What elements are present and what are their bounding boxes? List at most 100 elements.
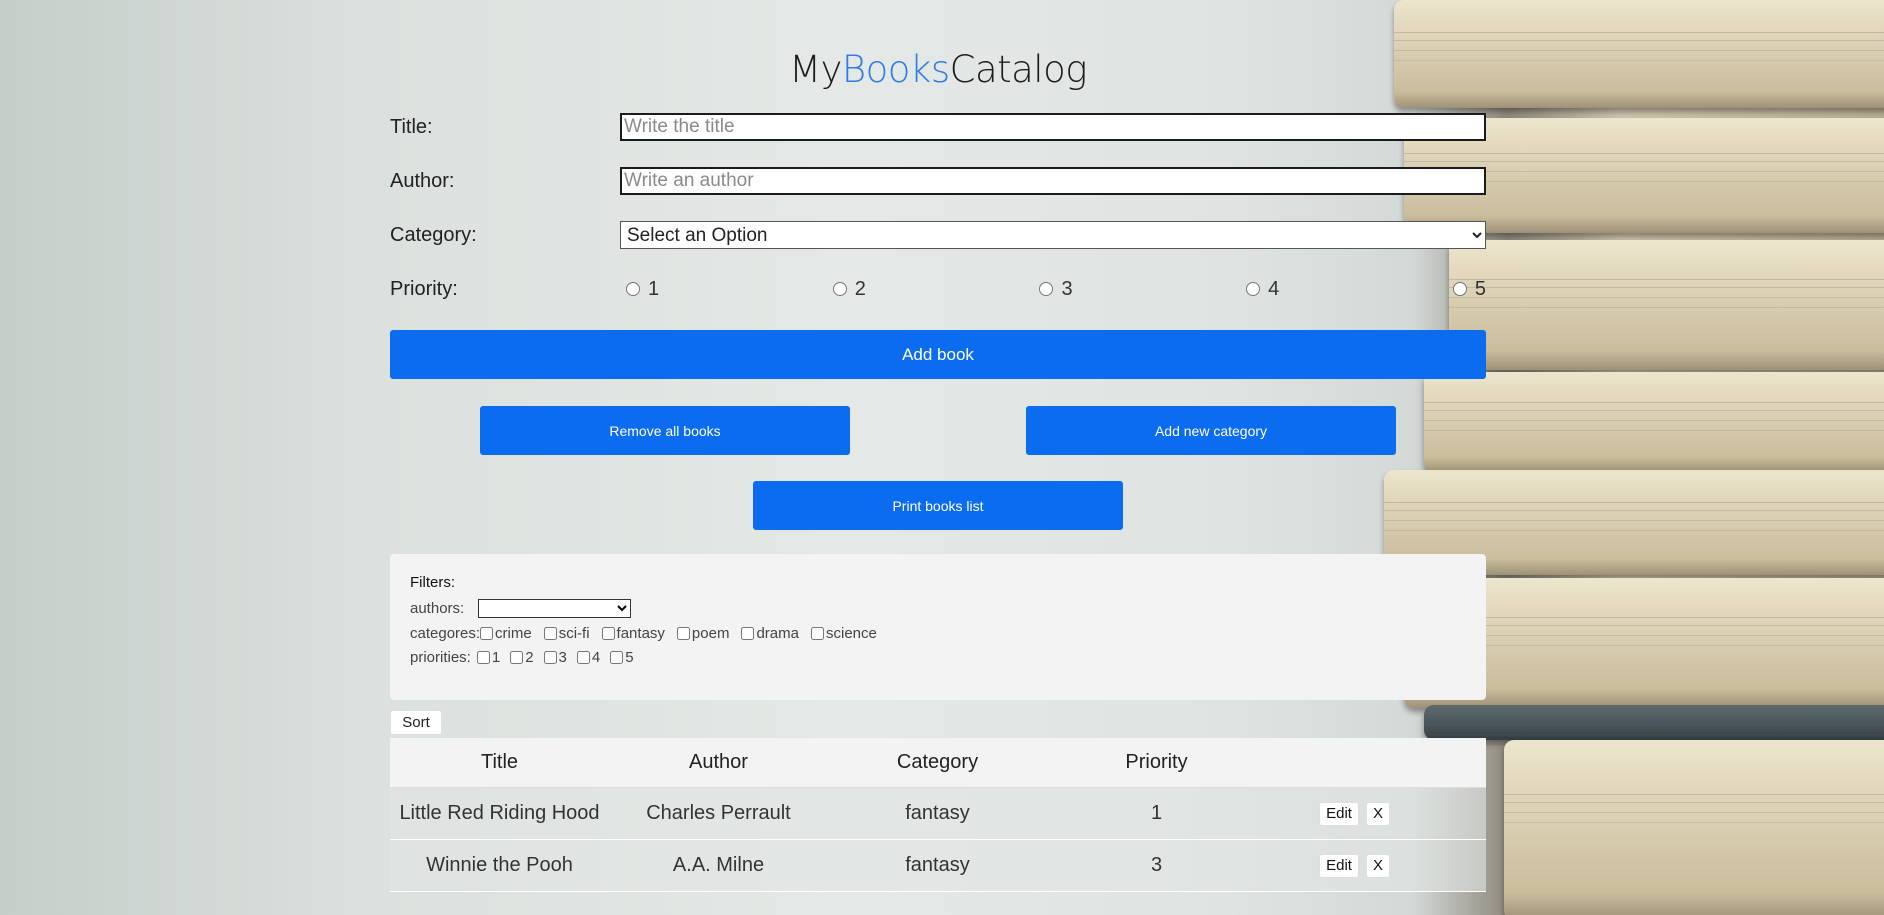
cell-category: fantasy [905,854,970,876]
cell-title: Winnie the Pooh [426,854,573,876]
priority-radio-1[interactable] [626,282,640,296]
app-title-prefix: My [789,48,842,91]
category-filter-science[interactable]: science [810,624,877,642]
priority-radio-group: 1 2 3 4 5 [620,278,1486,301]
priority-option-label: 1 [648,277,660,300]
cell-actions: Edit X [1266,801,1486,826]
filters-title: Filters: [410,574,455,591]
print-books-list-button[interactable]: Print books list [753,481,1123,530]
priority-radio-4[interactable] [1246,282,1261,296]
category-filter-crime[interactable]: crime [480,625,532,642]
priority-option-3[interactable]: 3 [1039,277,1073,301]
header-category: Category [896,751,979,773]
table-row: Winnie the Pooh A.A. Milne fantasy 3 Edi… [390,840,1486,892]
priority-row: Priority: 1 2 3 4 5 [390,262,1486,316]
priority-filter-2[interactable]: 2 [510,649,534,666]
cell-title: Little Red Riding Hood [399,802,600,824]
category-label: Category: [390,223,477,246]
book-form: Title: Author: Category: Select an Optio… [390,100,1486,316]
priority-filter-label: 5 [625,649,634,666]
author-input[interactable] [620,167,1486,195]
cell-priority: 3 [1150,854,1163,876]
priorities-filter: priorities: 1 2 3 4 5 [410,644,1466,671]
priority-option-label: 4 [1268,277,1280,300]
priority-radio-3[interactable] [1039,282,1054,296]
table-row: Little Red Riding Hood Charles Perrault … [390,788,1486,840]
edit-button[interactable]: Edit [1319,853,1359,878]
priorities-filter-label: priorities: [410,649,471,666]
priority-filter-checkbox[interactable] [543,651,557,664]
priority-filter-checkbox[interactable] [576,651,590,664]
app-title: MyBooksCatalog [390,48,1486,91]
edit-button[interactable]: Edit [1319,801,1359,826]
cell-author: A.A. Milne [672,854,765,876]
category-filter-drama[interactable]: drama [741,625,799,642]
category-filter-checkbox[interactable] [741,626,755,640]
category-filter-poem[interactable]: poem [676,625,729,642]
header-title: Title [480,751,519,773]
header-priority: Priority [1125,751,1188,773]
priority-filter-checkbox[interactable] [476,651,490,664]
category-filter-checkbox[interactable] [543,626,557,640]
main-container: MyBooksCatalog Title: Author: Category: … [390,0,1486,892]
priority-option-1[interactable]: 1 [626,278,659,301]
priority-filter-label: 3 [558,649,567,666]
category-filter-sci-fi[interactable]: sci-fi [543,624,590,642]
priority-filter-checkbox[interactable] [610,651,624,664]
author-label: Author: [390,169,455,192]
priority-filter-4[interactable]: 4 [576,649,601,666]
category-filter-fantasy[interactable]: fantasy [601,624,665,642]
secondary-actions: Remove all books Add new category [390,406,1486,455]
priority-option-4[interactable]: 4 [1246,278,1279,301]
cell-category: fantasy [905,802,970,824]
category-filter-checkbox[interactable] [601,626,615,640]
table-header: Title Author Category Priority [390,738,1486,788]
categories-filter: categores: crime sci-fi fantasy poem dra… [410,622,1466,644]
categories-filter-label: categores: [410,624,481,642]
category-filter-label: fantasy [616,624,665,642]
sort-button[interactable]: Sort [390,710,442,735]
category-filter-label: crime [495,624,532,642]
authors-filter: authors: [410,595,1466,622]
priority-filter-label: 4 [591,649,601,666]
header-author: Author [689,751,748,773]
category-filter-checkbox[interactable] [676,626,690,640]
category-row: Category: Select an Option [390,208,1486,262]
priority-option-label: 5 [1474,277,1486,300]
category-filter-checkbox[interactable] [480,626,494,640]
priority-filter-label: 1 [491,649,501,666]
priority-filter-1[interactable]: 1 [476,649,501,666]
authors-filter-select[interactable] [478,599,632,618]
category-filter-label: drama [756,624,799,642]
priority-filter-3[interactable]: 3 [543,649,567,666]
category-filter-label: science [825,624,877,642]
delete-button[interactable]: X [1365,801,1390,826]
cell-priority: 1 [1150,802,1163,824]
priority-filter-label: 2 [525,649,534,666]
books-table: Title Author Category Priority Little Re… [390,738,1486,892]
priority-filter-checkbox[interactable] [510,651,524,664]
cell-actions: Edit X [1266,853,1486,878]
category-select[interactable]: Select an Option [620,221,1486,249]
app-title-suffix: Catalog [949,48,1088,91]
add-book-button[interactable]: Add book [390,330,1486,379]
priority-option-5[interactable]: 5 [1452,277,1486,301]
priority-filter-5[interactable]: 5 [610,649,634,666]
priority-radio-5[interactable] [1452,282,1467,296]
priority-option-label: 2 [854,277,866,300]
title-row: Title: [390,100,1486,154]
category-filter-checkbox[interactable] [810,626,824,640]
title-input[interactable] [620,113,1486,141]
cell-author: Charles Perrault [646,802,791,824]
category-filter-label: sci-fi [558,624,590,642]
priority-option-label: 3 [1061,277,1073,300]
app-title-accent: Books [841,48,950,91]
add-new-category-button[interactable]: Add new category [1026,406,1396,455]
print-row: Print books list [390,481,1486,530]
priority-option-2[interactable]: 2 [832,277,866,301]
remove-all-books-button[interactable]: Remove all books [480,406,850,455]
delete-button[interactable]: X [1365,853,1390,878]
filters-panel: Filters: authors: categores: crime sci-f… [390,554,1486,700]
title-label: Title: [390,115,433,138]
priority-radio-2[interactable] [832,282,847,296]
